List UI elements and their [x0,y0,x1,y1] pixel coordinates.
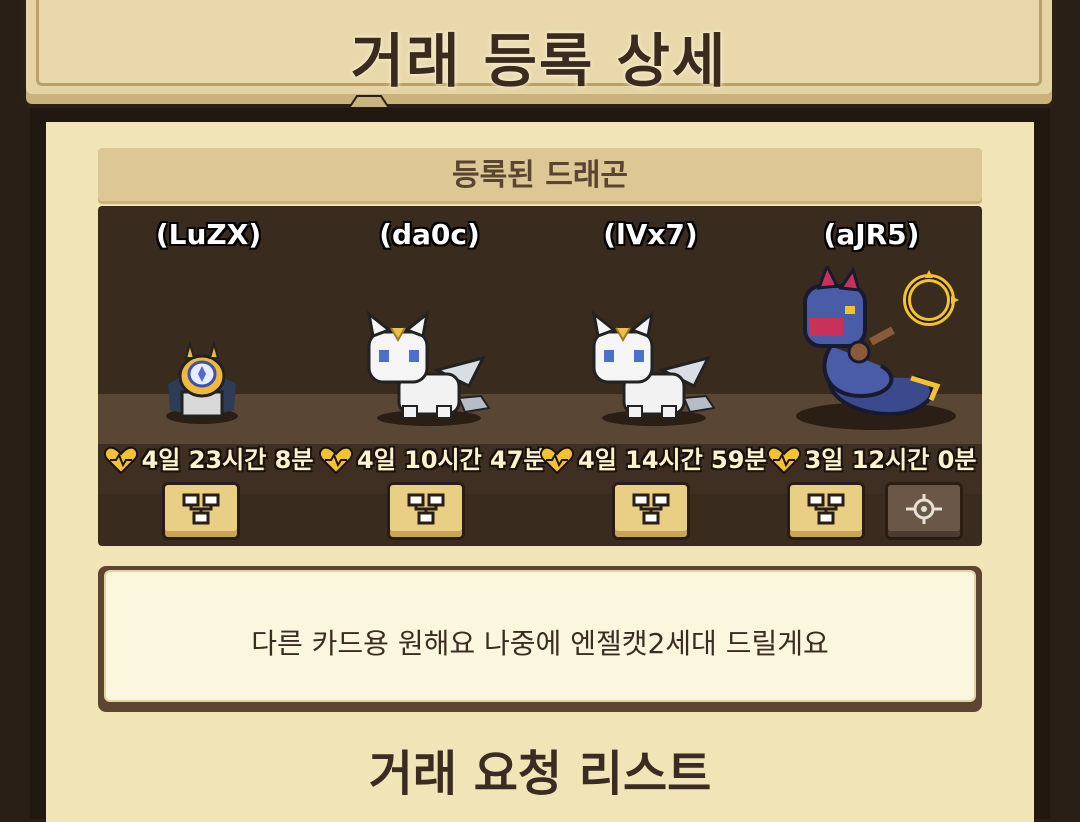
remaining-time: 4일 14시간 59분 [539,440,767,475]
locate-icon [906,493,942,524]
heart-icon [766,446,801,475]
lineage-button[interactable] [787,482,865,540]
page-title: 거래 등록 상세 [350,27,728,95]
title-notch-ornament [349,95,389,108]
dragon-slot[interactable]: (LuZX) 4일 23시간 8분 [98,206,319,546]
lineage-icon [182,493,220,525]
remaining-time-text: 4일 14시간 59분 [578,446,767,474]
registered-dragons-title: 등록된 드래곤 [451,158,629,193]
dragon-name: (da0c) [379,218,480,251]
remaining-time: 3일 12시간 0분 [761,440,982,475]
lineage-button[interactable] [387,482,465,540]
remaining-time: 4일 10시간 47분 [318,440,546,475]
heart-icon [318,446,354,475]
remaining-time-text: 4일 10시간 47분 [357,446,546,474]
title-bar: 거래 등록 상세 [22,0,1056,108]
lineage-icon [807,493,845,525]
registered-dragons-area: (LuZX) 4일 23시간 8분 (da0c) 4일 10시간 47분 (lV… [98,206,982,546]
dragon-slot[interactable]: (aJR5) 3일 12시간 0분 [761,206,982,546]
blue-serpent-dragon-sprite [796,266,959,430]
dragon-slot[interactable]: (da0c) 4일 10시간 47분 [318,206,546,546]
lineage-button[interactable] [162,482,240,540]
remaining-time-text: 4일 23시간 8분 [141,446,314,474]
white-cat-dragon-sprite [591,310,716,426]
dragon-name: (aJR5) [823,218,920,251]
lineage-button[interactable] [612,482,690,540]
remaining-time: 4일 23시간 8분 [98,440,319,475]
locate-button[interactable] [885,482,963,540]
heart-icon [103,446,138,475]
egg-sprite [166,340,238,424]
dragon-slot[interactable]: (lVx7) 4일 14시간 59분 [539,206,767,546]
registered-dragons-header: 등록된 드래곤 [98,148,982,204]
lineage-icon [632,493,670,525]
lineage-icon [407,493,445,525]
trade-message-inner: 다른 카드용 원해요 나중에 엔젤캣2세대 드릴게요 [104,570,976,702]
dragon-name: (lVx7) [603,218,698,251]
white-cat-dragon-sprite [366,310,491,426]
remaining-time-text: 3일 12시간 0분 [804,446,977,474]
heart-icon [539,446,575,475]
trade-message-box: 다른 카드용 원해요 나중에 엔젤캣2세대 드릴게요 [98,566,982,712]
trade-message-text: 다른 카드용 원해요 나중에 엔젤캣2세대 드릴게요 [251,627,829,660]
trade-request-list-title: 거래 요청 리스트 [368,746,712,802]
dragon-name: (LuZX) [155,218,262,251]
